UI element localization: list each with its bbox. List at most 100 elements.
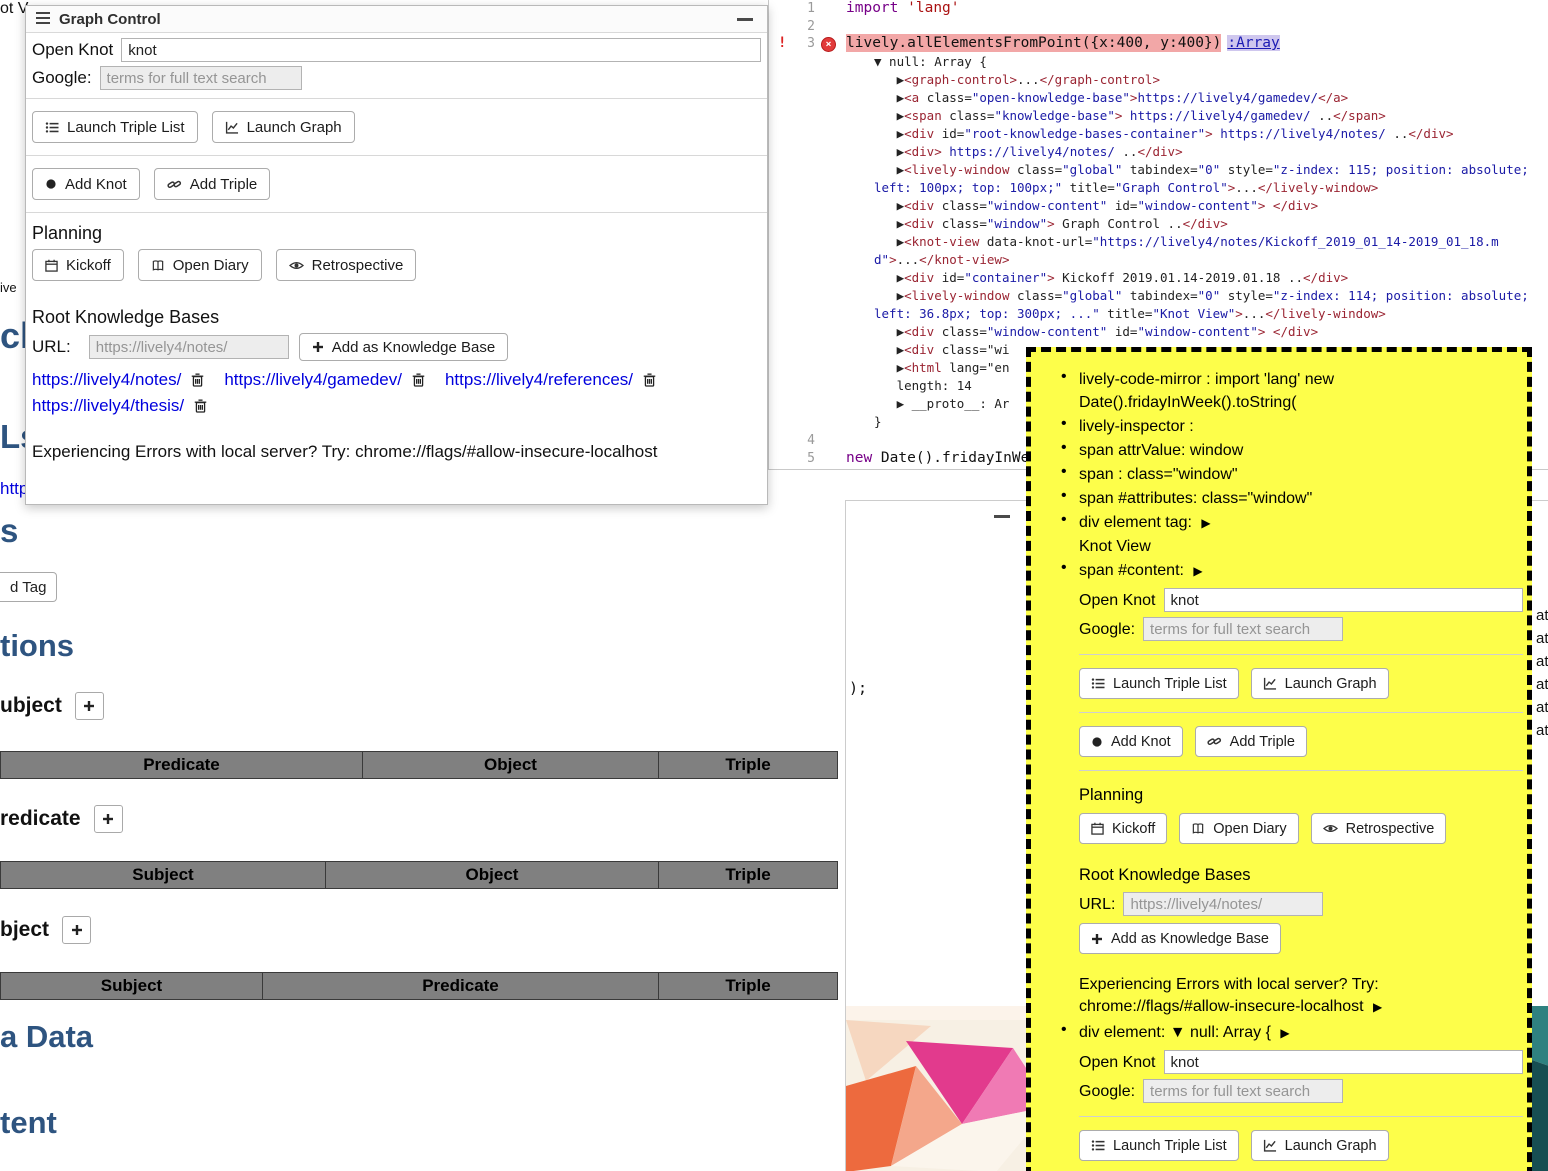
- inspector-tree-line[interactable]: ▶<span class="knowledge-base"> https://l…: [846, 107, 1542, 125]
- knowledge-base-link[interactable]: https://lively4/notes/: [32, 370, 181, 390]
- divider: [1079, 654, 1523, 655]
- inspector-tree-line[interactable]: ▶<div class="window-content" id="window-…: [846, 197, 1542, 215]
- add-subject-button[interactable]: [75, 692, 104, 720]
- table-column-header: Object: [326, 862, 659, 889]
- google-search-input[interactable]: [1143, 1079, 1343, 1103]
- inspector-tree-line[interactable]: ▼ null: Array {: [846, 53, 1542, 71]
- clipped-text-fragment: at: [1536, 653, 1548, 670]
- inspector-tree-line[interactable]: ▶<knot-view data-knot-url="https://livel…: [846, 233, 1542, 269]
- add-knot-button[interactable]: Add Knot: [1079, 726, 1183, 757]
- table-header-row: PredicateObjectTriple: [1, 752, 838, 779]
- delete-knowledge-base-button[interactable]: [412, 373, 425, 387]
- launch-graph-button[interactable]: Launch Graph: [1251, 668, 1389, 699]
- inspector-tree-line[interactable]: ▶<lively-window class="global" tabindex=…: [846, 161, 1542, 197]
- planning-heading: Planning: [1079, 784, 1523, 807]
- knowledge-base-item: https://lively4/gamedev/: [224, 370, 425, 390]
- knowledge-base-link[interactable]: https://lively4/gamedev/: [224, 370, 402, 390]
- expand-icon[interactable]: ▶: [1280, 1026, 1289, 1040]
- result-annotation-link[interactable]: :Array: [1227, 35, 1279, 51]
- line-number: 5: [807, 451, 815, 466]
- url-label: URL:: [1079, 893, 1115, 916]
- inspector-tree-line[interactable]: ▶<graph-control>...</graph-control>: [846, 71, 1542, 89]
- google-search-input[interactable]: [1143, 617, 1343, 641]
- divider: [1079, 1116, 1523, 1117]
- divider: [1079, 770, 1523, 771]
- open-knot-row: Open Knot: [1079, 588, 1523, 612]
- relations-heading-fragment: tions: [0, 630, 74, 661]
- add-tag-button[interactable]: d Tag: [0, 572, 57, 602]
- hamburger-menu-icon[interactable]: [36, 9, 50, 29]
- error-highlighted-code[interactable]: lively.allElementsFromPoint({x:400, y:40…: [846, 34, 1221, 52]
- knowledge-base-url-input[interactable]: [1123, 892, 1323, 916]
- retrospective-button[interactable]: Retrospective: [1311, 813, 1447, 844]
- google-search-input[interactable]: [100, 66, 302, 90]
- add-knot-button[interactable]: Add Knot: [32, 168, 140, 200]
- launch-button-row: Launch Triple List Launch Graph: [1079, 668, 1523, 699]
- code-line-3[interactable]: lively.allElementsFromPoint({x:400, y:40…: [846, 35, 1542, 53]
- expand-icon[interactable]: ▶: [1201, 516, 1210, 530]
- list-icon: [45, 121, 59, 134]
- launch-graph-button[interactable]: Launch Graph: [212, 111, 355, 143]
- clipped-text-fragment: at: [1536, 607, 1548, 624]
- inspector-tree-line[interactable]: ▶<div class="window-content" id="window-…: [846, 323, 1542, 341]
- knowledge-base-link[interactable]: https://lively4/references/: [445, 370, 633, 390]
- inspector-tree-line[interactable]: ▶<div> https://lively4/notes/ ..</div>: [846, 143, 1542, 161]
- retrospective-button[interactable]: Retrospective: [276, 249, 417, 281]
- knowledge-base-item: https://lively4/notes/: [32, 370, 204, 390]
- open-knot-input[interactable]: [121, 38, 761, 62]
- bullet-icon: •: [1053, 368, 1079, 414]
- line-number: 1: [807, 1, 815, 16]
- add-predicate-button[interactable]: [94, 805, 123, 833]
- expand-icon[interactable]: ▶: [1373, 1000, 1382, 1014]
- google-row: Google:: [1079, 617, 1523, 641]
- inspector-tree-line[interactable]: ▶<div id="container"> Kickoff 2019.01.14…: [846, 269, 1542, 287]
- code-line-1[interactable]: import 'lang': [846, 0, 1542, 18]
- launch-triple-list-button[interactable]: Launch Triple List: [32, 111, 198, 143]
- open-knot-label: Open Knot: [1079, 1051, 1156, 1074]
- root-knowledge-bases-heading: Root Knowledge Bases: [29, 307, 761, 328]
- inspector-tree-line[interactable]: ▶<lively-window class="global" tabindex=…: [846, 287, 1542, 323]
- plus-icon: [312, 341, 324, 353]
- knowledge-base-link[interactable]: https://lively4/thesis/: [32, 396, 184, 416]
- window-titlebar[interactable]: Graph Control: [26, 6, 767, 33]
- table-column-header: Triple: [659, 973, 838, 1000]
- url-row: URL: Add as Knowledge Base: [29, 333, 761, 361]
- code-line-2[interactable]: [846, 18, 1542, 36]
- inspector-tree-line[interactable]: ▶<div id="root-knowledge-bases-container…: [846, 125, 1542, 143]
- overlay-item-span-content: • span #content: ▶ Open Knot Google:: [1053, 559, 1523, 1018]
- delete-knowledge-base-button[interactable]: [194, 399, 207, 413]
- minimize-button[interactable]: [737, 18, 753, 21]
- knowledge-base-url-input[interactable]: [89, 335, 289, 359]
- open-knot-input[interactable]: [1164, 588, 1524, 612]
- inspector-tree-line[interactable]: ▶<div class="window"> Graph Control ..</…: [846, 215, 1542, 233]
- open-diary-button[interactable]: Open Diary: [1179, 813, 1298, 844]
- delete-knowledge-base-button[interactable]: [643, 373, 656, 387]
- open-knot-input[interactable]: [1164, 1050, 1524, 1074]
- predicate-row: redicate: [0, 805, 123, 833]
- url-row: URL:: [1079, 892, 1523, 916]
- add-as-knowledge-base-button[interactable]: Add as Knowledge Base: [1079, 923, 1281, 954]
- subtitle-fragment: ive: [0, 280, 17, 295]
- kickoff-button[interactable]: Kickoff: [1079, 813, 1167, 844]
- table-column-header: Subject: [1, 862, 326, 889]
- add-object-button[interactable]: [62, 916, 91, 944]
- open-diary-button[interactable]: Open Diary: [138, 249, 262, 281]
- table-column-header: Predicate: [263, 973, 659, 1000]
- add-triple-button[interactable]: Add Triple: [154, 168, 271, 200]
- table-column-header: Predicate: [1, 752, 363, 779]
- kickoff-button[interactable]: Kickoff: [32, 249, 124, 281]
- divider: [26, 155, 767, 156]
- launch-triple-list-button[interactable]: Launch Triple List: [1079, 1130, 1239, 1161]
- minimize-button[interactable]: [994, 515, 1010, 518]
- launch-graph-button[interactable]: Launch Graph: [1251, 1130, 1389, 1161]
- bullet-icon: •: [1053, 559, 1079, 1018]
- table-column-header: Triple: [659, 862, 838, 889]
- calendar-icon: [1091, 822, 1104, 835]
- add-as-knowledge-base-button[interactable]: Add as Knowledge Base: [299, 333, 508, 361]
- expand-icon[interactable]: ▶: [1193, 564, 1202, 578]
- delete-knowledge-base-button[interactable]: [191, 373, 204, 387]
- inspector-tree-line[interactable]: ▶<a class="open-knowledge-base">https://…: [846, 89, 1542, 107]
- add-triple-button[interactable]: Add Triple: [1195, 726, 1307, 757]
- launch-triple-list-button[interactable]: Launch Triple List: [1079, 668, 1239, 699]
- heading-fragment-s: s: [0, 514, 18, 547]
